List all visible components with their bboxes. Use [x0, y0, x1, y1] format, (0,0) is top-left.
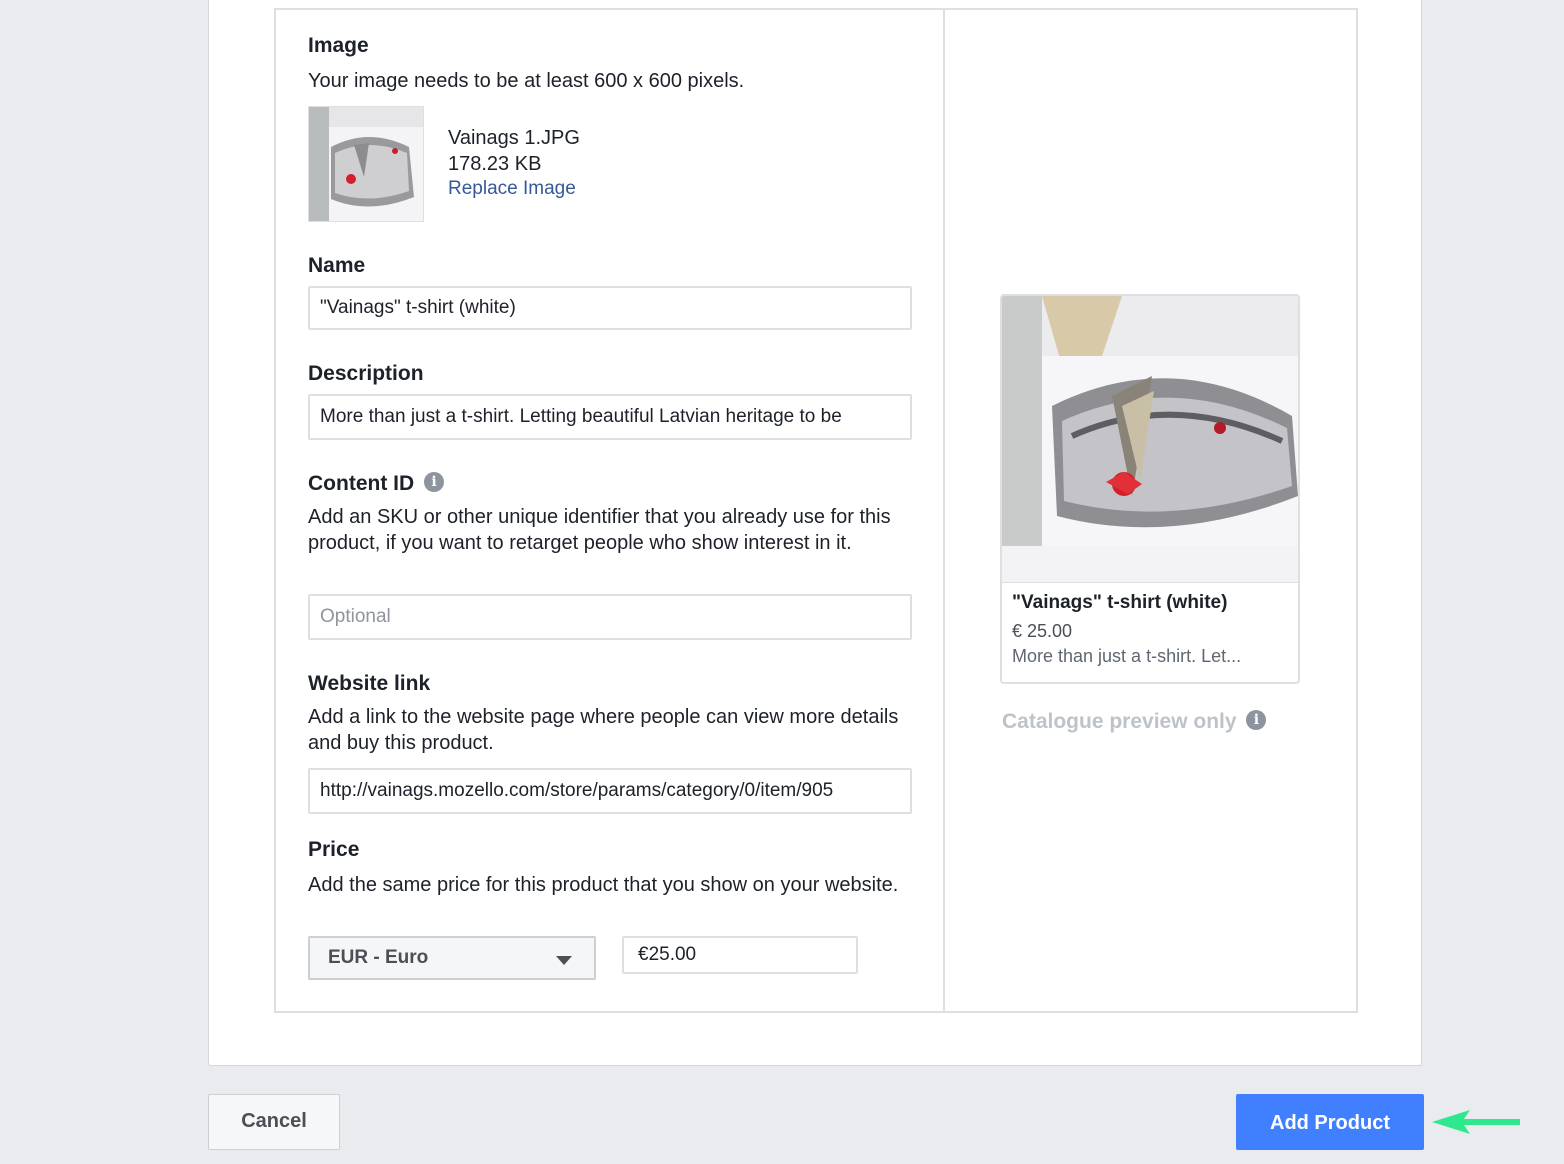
price-input[interactable]: €25.00 [622, 936, 858, 974]
content-id-label: Content ID [308, 472, 415, 495]
info-icon[interactable]: i [1246, 710, 1267, 731]
info-icon[interactable]: i [424, 472, 444, 493]
catalogue-preview-caption: Catalogue preview only [1002, 710, 1237, 733]
name-label: Name [308, 254, 366, 277]
image-file-name: Vainags 1.JPG [448, 127, 580, 149]
description-input[interactable]: More than just a t-shirt. Letting beauti… [308, 394, 912, 440]
cancel-button[interactable]: Cancel [208, 1094, 340, 1150]
image-help: Your image needs to be at least 600 x 60… [308, 70, 745, 92]
content-id-input[interactable]: Optional [308, 594, 912, 640]
currency-select-value: EUR - Euro [328, 947, 429, 968]
website-link-help: Add a link to the website page where peo… [308, 706, 899, 754]
description-label: Description [308, 362, 424, 385]
preview-details: "Vainags" t-shirt (white) € 25.00 More t… [1002, 582, 1298, 667]
add-product-button[interactable]: Add Product [1236, 1094, 1424, 1150]
image-label: Image [308, 34, 369, 57]
preview-product-photo [1002, 296, 1298, 582]
panel-divider [943, 10, 945, 1011]
name-input[interactable]: "Vainags" t-shirt (white) [308, 286, 912, 330]
website-link-label: Website link [308, 672, 431, 695]
preview-price: € 25.00 [1012, 621, 1073, 641]
currency-select[interactable]: EUR - Euro [308, 936, 596, 980]
chevron-down-icon [556, 956, 572, 965]
annotation-arrow-icon [1432, 1110, 1520, 1134]
content-id-help: Add an SKU or other unique identifier th… [308, 506, 891, 554]
thumbnail-photo [309, 107, 423, 221]
website-link-input[interactable]: http://vainags.mozello.com/store/params/… [308, 768, 912, 814]
price-help: Add the same price for this product that… [308, 874, 899, 896]
content-id-label-row: Content ID i [308, 472, 444, 496]
replace-image-link[interactable]: Replace Image [448, 178, 576, 200]
image-file-size: 178.23 KB [448, 153, 542, 175]
preview-description: More than just a t-shirt. Let... [1012, 646, 1242, 666]
catalogue-preview-card: "Vainags" t-shirt (white) € 25.00 More t… [1000, 294, 1300, 684]
preview-title: "Vainags" t-shirt (white) [1012, 592, 1228, 613]
product-image-thumbnail [308, 106, 424, 222]
catalogue-preview-caption-row: Catalogue preview only i [1002, 710, 1267, 734]
price-label: Price [308, 838, 360, 861]
